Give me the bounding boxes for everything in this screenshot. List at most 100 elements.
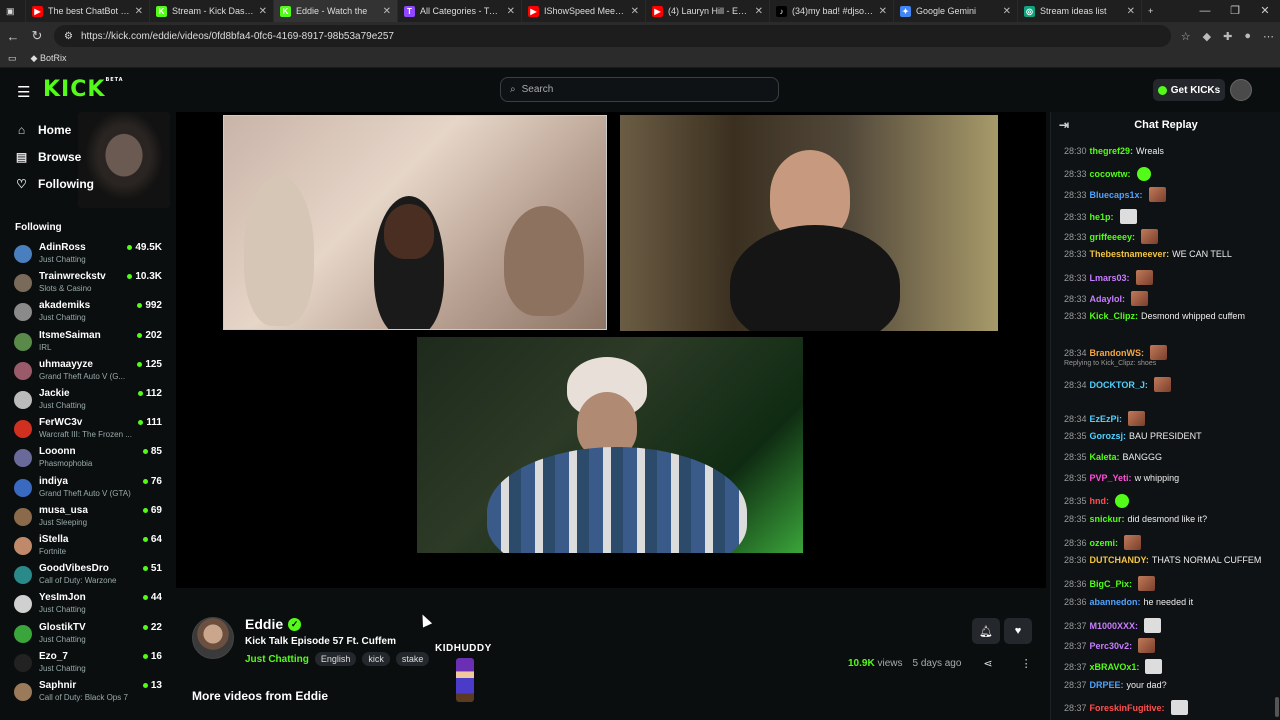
following-item[interactable]: FerWC3v Warcraft III: The Frozen ... 111 <box>14 417 164 445</box>
tab-close-icon[interactable]: ✕ <box>383 6 391 17</box>
chat-timestamp: 28:36 <box>1064 578 1087 589</box>
chat-username[interactable]: Adaylol: <box>1090 294 1126 304</box>
kick-logo[interactable]: KICKBETA <box>43 77 124 102</box>
url-input[interactable]: ⚙ https://kick.com/eddie/videos/0fd8bfa4… <box>54 25 1171 47</box>
following-item[interactable]: YesImJon Just Chatting 44 <box>14 592 164 620</box>
notification-button[interactable]: 🔔︎ <box>972 618 1000 644</box>
follow-button[interactable]: ♥ <box>1004 618 1032 644</box>
tab-close-icon[interactable]: ✕ <box>1003 6 1011 17</box>
channel-name-row[interactable]: Eddie ✓ <box>245 616 302 632</box>
channel-avatar[interactable] <box>192 617 234 659</box>
menu-icon[interactable]: ⋯ <box>1263 30 1274 43</box>
chat-username[interactable]: EzEzPi: <box>1090 414 1123 424</box>
browser-tab[interactable]: ▶ IShowSpeed Meets cu ✕ <box>522 0 646 22</box>
star-icon[interactable]: ☆ <box>1181 30 1191 43</box>
new-tab-icon[interactable]: + <box>1142 0 1166 22</box>
chat-username[interactable]: BigC_Pix: <box>1090 579 1133 589</box>
following-item[interactable]: akademiks Just Chatting 992 <box>14 300 164 328</box>
chat-username[interactable]: xBRAVOx1: <box>1090 662 1140 672</box>
channel-name: Looonn <box>39 446 76 458</box>
following-item[interactable]: AdinRoss Just Chatting 49.5K <box>14 242 164 270</box>
chat-text: did desmond like it? <box>1127 514 1208 524</box>
tag-chip[interactable]: kick <box>362 652 390 666</box>
profile-icon[interactable]: ● <box>1244 30 1251 42</box>
following-item[interactable]: Jackie Just Chatting 112 <box>14 388 164 416</box>
hamburger-icon[interactable]: ☰ <box>17 83 30 101</box>
site-info-icon[interactable]: ⚙ <box>64 31 73 42</box>
chat-username[interactable]: DRPEE: <box>1090 680 1124 690</box>
reload-icon[interactable]: ↻ <box>30 28 44 44</box>
video-player[interactable] <box>176 112 1046 588</box>
chat-username[interactable]: hnd: <box>1090 496 1110 506</box>
tab-close-icon[interactable]: ✕ <box>135 6 143 17</box>
get-kicks-button[interactable]: Get KICKs <box>1153 79 1225 101</box>
tab-close-icon[interactable]: ✕ <box>259 6 267 17</box>
chat-username[interactable]: thegref29: <box>1090 146 1134 156</box>
search-input[interactable]: ⌕ Search <box>500 77 779 102</box>
chat-username[interactable]: Lmars03: <box>1090 273 1130 283</box>
following-item[interactable]: Ezo_7 Just Chatting 16 <box>14 651 164 679</box>
nav-following[interactable]: ♡ Following <box>15 177 94 191</box>
following-item[interactable]: indiya Grand Theft Auto V (GTA) 76 <box>14 476 164 504</box>
following-item[interactable]: GoodVibesDro Call of Duty: Warzone 51 <box>14 563 164 591</box>
chat-username[interactable]: Bluecaps1x: <box>1090 190 1143 200</box>
tab-close-icon[interactable]: ✕ <box>631 6 639 17</box>
extension-icon[interactable]: ◆ <box>1203 30 1211 43</box>
tab-close-icon[interactable]: ✕ <box>507 6 515 17</box>
chat-username[interactable]: abannedon: <box>1090 597 1141 607</box>
browser-tab[interactable]: ▶ (4) Lauryn Hill - Ex Fact ✕ <box>646 0 770 22</box>
following-item[interactable]: uhmaayyze Grand Theft Auto V (G... 125 <box>14 359 164 387</box>
browser-tab[interactable]: ◎ Stream ideas list ✕ <box>1018 0 1142 22</box>
chat-username[interactable]: Kick_Clipz: <box>1090 311 1139 321</box>
browser-tab[interactable]: ▶ The best ChatBot and V ✕ <box>26 0 150 22</box>
following-item[interactable]: Saphnir Call of Duty: Black Ops 7 13 <box>14 680 164 708</box>
chat-username[interactable]: ForeskinFugitive: <box>1090 703 1165 713</box>
tag-chip[interactable]: stake <box>395 652 430 666</box>
bookmark-botrix[interactable]: ◆ BotRix <box>31 53 67 64</box>
following-item[interactable]: GlostikTV Just Chatting 22 <box>14 622 164 650</box>
chat-username[interactable]: snickur: <box>1090 514 1125 524</box>
nav-home[interactable]: ⌂ Home <box>15 123 71 137</box>
chat-username[interactable]: BrandonWS: <box>1090 348 1145 358</box>
collapse-chat-icon[interactable]: ⇥ <box>1059 118 1069 132</box>
following-item[interactable]: iStella Fortnite 64 <box>14 534 164 562</box>
nav-browse[interactable]: ▤ Browse <box>15 150 82 164</box>
chat-scrollbar[interactable] <box>1275 697 1279 717</box>
tab-close-icon[interactable]: ✕ <box>879 6 887 17</box>
maximize-icon[interactable]: ❐ <box>1220 0 1250 22</box>
browser-tab[interactable]: ✦ Google Gemini ✕ <box>894 0 1018 22</box>
chat-username[interactable]: Perc30v2: <box>1090 641 1133 651</box>
chat-username[interactable]: PVP_Yeti: <box>1090 473 1132 483</box>
chat-username[interactable]: Kaleta: <box>1090 452 1120 462</box>
chat-username[interactable]: Thebestnameever: <box>1090 249 1170 259</box>
chat-username[interactable]: cocowtw: <box>1090 169 1131 179</box>
chat-username[interactable]: he1p: <box>1090 212 1114 222</box>
browser-tab[interactable]: ♪ (34)my bad! #djsonic ✕ <box>770 0 894 22</box>
tag-chip[interactable]: English <box>314 652 357 666</box>
tab-close-icon[interactable]: ✕ <box>1127 6 1135 17</box>
chat-username[interactable]: griffeeeey: <box>1090 232 1136 242</box>
chat-username[interactable]: Gorozsj: <box>1090 431 1127 441</box>
chat-username[interactable]: DOCKTOR_J: <box>1090 380 1148 390</box>
minimize-icon[interactable]: — <box>1190 0 1220 22</box>
browser-tab[interactable]: K Eddie - Watch the ✕ <box>274 0 398 22</box>
following-item[interactable]: Looonn Phasmophobia 85 <box>14 446 164 474</box>
category-link[interactable]: Just Chatting <box>245 654 309 665</box>
chat-username[interactable]: ozemi: <box>1090 538 1119 548</box>
puzzle-icon[interactable]: ✚ <box>1223 30 1232 43</box>
chat-username[interactable]: M1000XXX: <box>1090 621 1139 631</box>
browser-tab[interactable]: K Stream - Kick Dashboa ✕ <box>150 0 274 22</box>
share-icon[interactable]: ⋖ <box>983 657 992 670</box>
chat-username[interactable]: DUTCHANDY: <box>1090 555 1149 565</box>
following-item[interactable]: ItsmeSaiman IRL 202 <box>14 330 164 358</box>
back-icon[interactable]: ← <box>6 29 20 44</box>
tab-close-icon[interactable]: ✕ <box>755 6 763 17</box>
apps-icon[interactable]: ▭ <box>8 53 17 64</box>
browser-tab[interactable]: T All Categories - Twitch ✕ <box>398 0 522 22</box>
following-item[interactable]: Trainwreckstv Slots & Casino 10.3K <box>14 271 164 299</box>
user-avatar[interactable] <box>1230 79 1252 101</box>
close-icon[interactable]: ✕ <box>1250 0 1280 22</box>
following-item[interactable]: musa_usa Just Sleeping 69 <box>14 505 164 533</box>
more-options-icon[interactable]: ⋮ <box>1021 657 1032 670</box>
tab-actions-icon[interactable]: ▣ <box>0 0 26 22</box>
